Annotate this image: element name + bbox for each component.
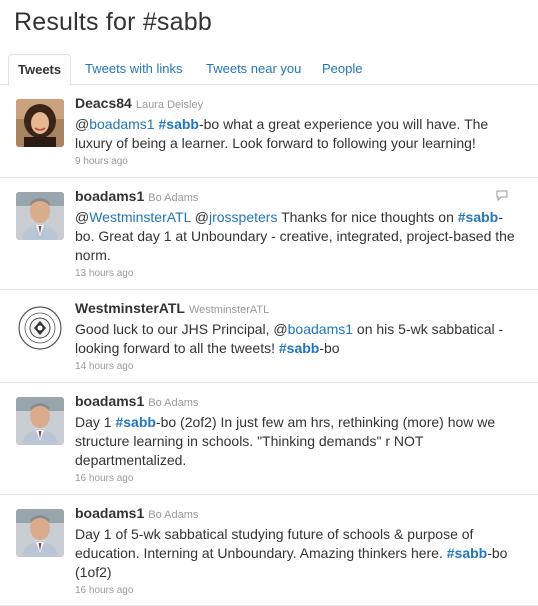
tweet-text: @boadams1 #sabb-bo what a great experien… — [75, 115, 520, 153]
tab-tweets[interactable]: Tweets — [8, 54, 72, 86]
text-fragment: Good luck to our JHS Principal, @ — [75, 321, 288, 337]
tweet-item[interactable]: WestminsterATL WestminsterATL Good luck to… — [0, 290, 538, 383]
tweet-item[interactable]: boadams1 Bo Adams Day 1 of 5-wk sabbatical… — [0, 495, 538, 606]
avatar[interactable] — [16, 99, 64, 147]
tweet-header: WestminsterATL WestminsterATL — [75, 300, 520, 318]
screen-name[interactable]: Deacs84 — [75, 95, 132, 111]
tweet-header: Deacs84 Laura Deisley — [75, 95, 520, 113]
text-fragment: Day 1 — [75, 414, 116, 430]
hashtag-link[interactable]: #sabb — [115, 414, 155, 430]
tweet-text: Day 1 #sabb-bo (2of2) In just few am hrs… — [75, 413, 520, 470]
text-fragment: @ — [190, 209, 209, 225]
tweet-item[interactable]: Deacs84 Laura Deisley @boadams1 #sabb-bo w… — [0, 85, 538, 178]
tweet-text: @WestminsterATL @jrosspeters Thanks for … — [75, 208, 520, 265]
timestamp-link[interactable]: 16 hours ago — [75, 473, 520, 484]
tweet-body: Deacs84 Laura Deisley @boadams1 #sabb-bo w… — [75, 95, 520, 167]
tweet-header: boadams1 Bo Adams — [75, 393, 520, 411]
reply-icon[interactable] — [496, 188, 508, 202]
tweet-body: boadams1 Bo Adams Day 1 of 5-wk sabbatical… — [75, 505, 520, 596]
result-tabs: Tweets Tweets with links Tweets near you… — [0, 54, 538, 86]
avatar[interactable] — [16, 397, 64, 445]
mention-link[interactable]: boadams1 — [288, 321, 353, 337]
mention-link[interactable]: boadams1 — [89, 116, 154, 132]
tweet-body: boadams1 Bo Adams Day 1 #sabb-bo (2of2) In… — [75, 393, 520, 484]
tweet-body: boadams1 Bo Adams @WestminsterATL @jrosspe… — [75, 188, 520, 279]
tab-people[interactable]: People — [313, 54, 371, 84]
text-fragment: Day 1 of 5-wk sabbatical studying future… — [75, 526, 474, 561]
full-name: Bo Adams — [148, 192, 199, 204]
tweet-text: Day 1 of 5-wk sabbatical studying future… — [75, 525, 520, 582]
tweet-item[interactable]: boadams1 Bo Adams Day 1 #sabb-bo (2of2) In… — [0, 383, 538, 495]
hashtag-link[interactable]: #sabb — [447, 545, 487, 561]
search-results-page: Results for #sabb Tweets Tweets with lin… — [0, 0, 538, 606]
timestamp-link[interactable]: 16 hours ago — [75, 585, 520, 596]
tab-tweets-near-you[interactable]: Tweets near you — [197, 54, 310, 84]
screen-name[interactable]: boadams1 — [75, 393, 144, 409]
avatar[interactable] — [16, 304, 64, 352]
text-fragment: @ — [75, 116, 90, 132]
tweet-header: boadams1 Bo Adams — [75, 505, 520, 523]
text-fragment: Thanks for nice thoughts on — [277, 209, 458, 225]
hashtag-link[interactable]: #sabb — [159, 116, 199, 132]
tweet-list: Deacs84 Laura Deisley @boadams1 #sabb-bo w… — [0, 85, 538, 606]
page-title: Results for #sabb — [14, 8, 212, 36]
hashtag-link[interactable]: #sabb — [458, 209, 498, 225]
avatar[interactable] — [16, 509, 64, 557]
tweet-header: boadams1 Bo Adams — [75, 188, 520, 206]
screen-name[interactable]: boadams1 — [75, 505, 144, 521]
timestamp-link[interactable]: 9 hours ago — [75, 156, 520, 167]
timestamp-link[interactable]: 14 hours ago — [75, 361, 520, 372]
text-fragment: @ — [75, 209, 90, 225]
tab-tweets-with-links[interactable]: Tweets with links — [76, 54, 192, 84]
tweet-item[interactable]: boadams1 Bo Adams @WestminsterATL @jrosspe… — [0, 178, 538, 290]
hashtag-link[interactable]: #sabb — [279, 340, 319, 356]
tweet-text: Good luck to our JHS Principal, @boadams… — [75, 320, 520, 358]
timestamp-link[interactable]: 13 hours ago — [75, 268, 520, 279]
full-name: Bo Adams — [148, 509, 199, 521]
tweet-body: WestminsterATL WestminsterATL Good luck to… — [75, 300, 520, 372]
screen-name[interactable]: WestminsterATL — [75, 300, 185, 316]
mention-link[interactable]: jrosspeters — [209, 209, 277, 225]
avatar[interactable] — [16, 192, 64, 240]
screen-name[interactable]: boadams1 — [75, 188, 144, 204]
full-name: WestminsterATL — [188, 304, 270, 316]
text-fragment: -bo — [319, 340, 340, 356]
full-name: Bo Adams — [148, 397, 199, 409]
mention-link[interactable]: WestminsterATL — [89, 209, 191, 225]
full-name: Laura Deisley — [135, 99, 204, 111]
